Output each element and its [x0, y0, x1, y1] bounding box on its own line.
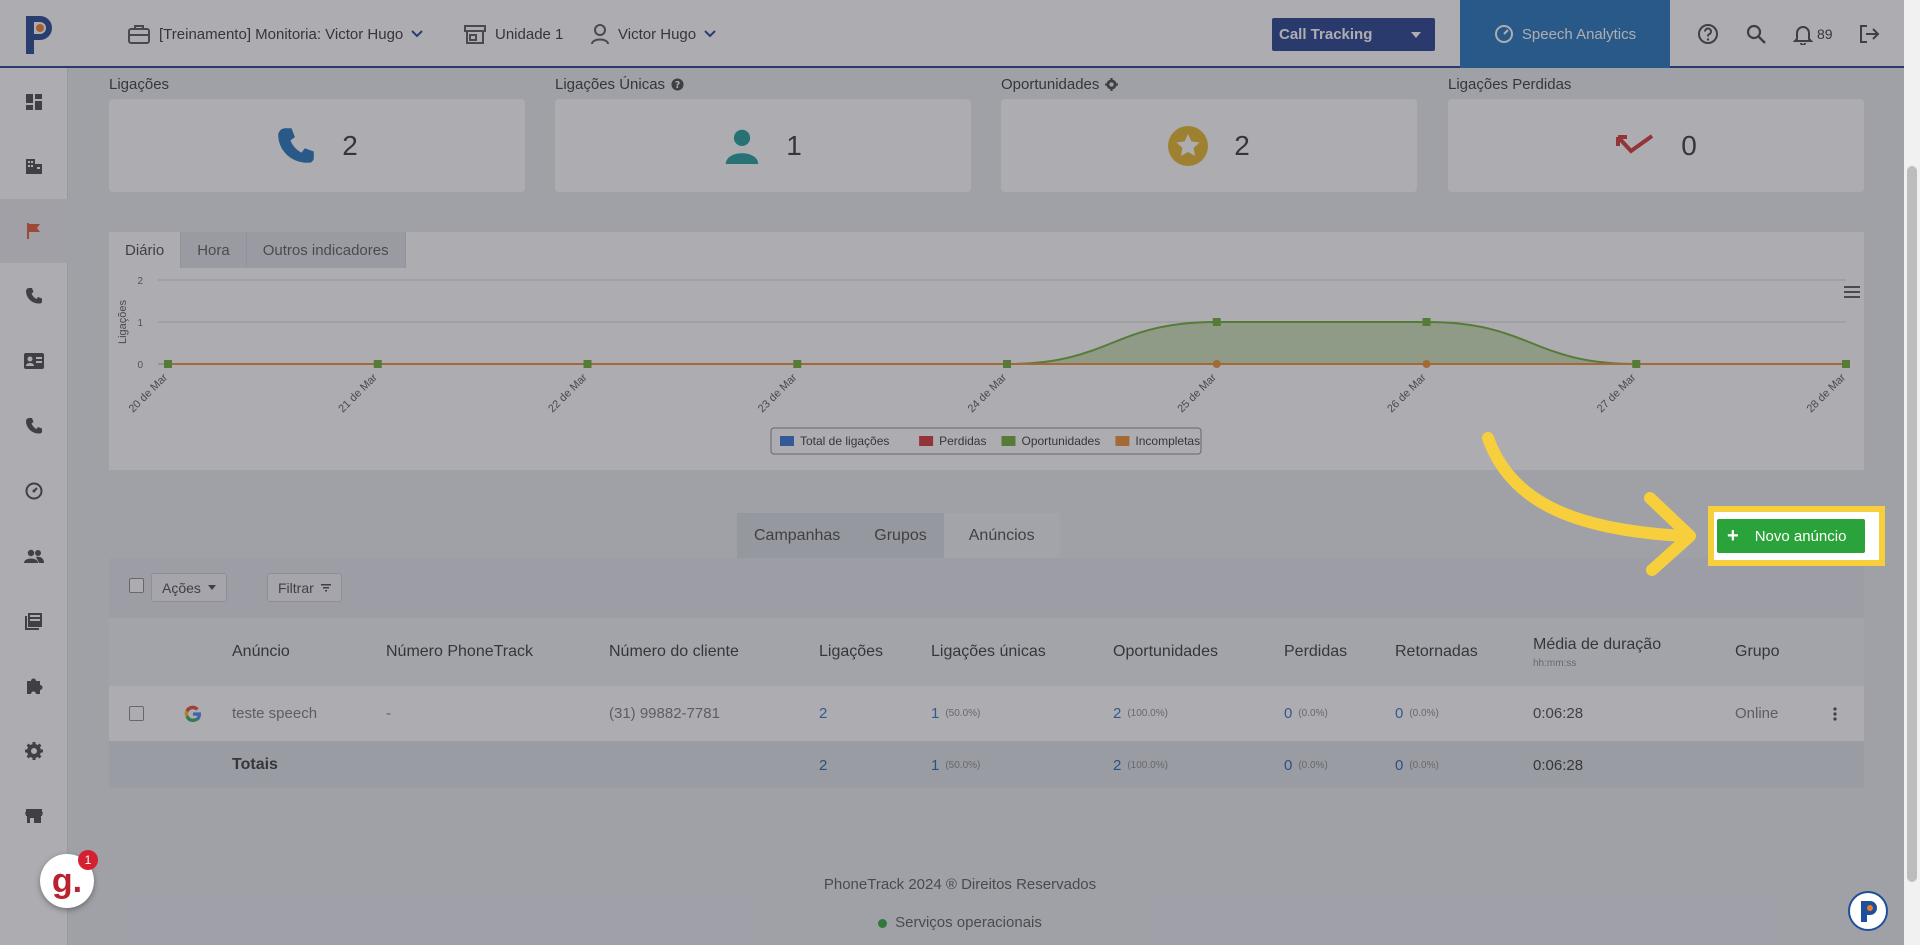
scrollbar-thumb[interactable]: [1907, 166, 1917, 882]
gamification-badge[interactable]: g. 1: [40, 850, 98, 908]
new-ad-label: Novo anúncio: [1754, 527, 1847, 545]
tutorial-arrow-icon: [1482, 432, 1696, 576]
badge-count: 1: [78, 850, 98, 870]
new-ad-button[interactable]: + Novo anúncio: [1717, 519, 1865, 553]
badge-letter: g.: [51, 861, 83, 900]
page-scrollbar[interactable]: [1904, 0, 1920, 945]
chat-widget-icon[interactable]: [1848, 891, 1888, 931]
phonetrack-chat-icon: [1861, 901, 1877, 922]
